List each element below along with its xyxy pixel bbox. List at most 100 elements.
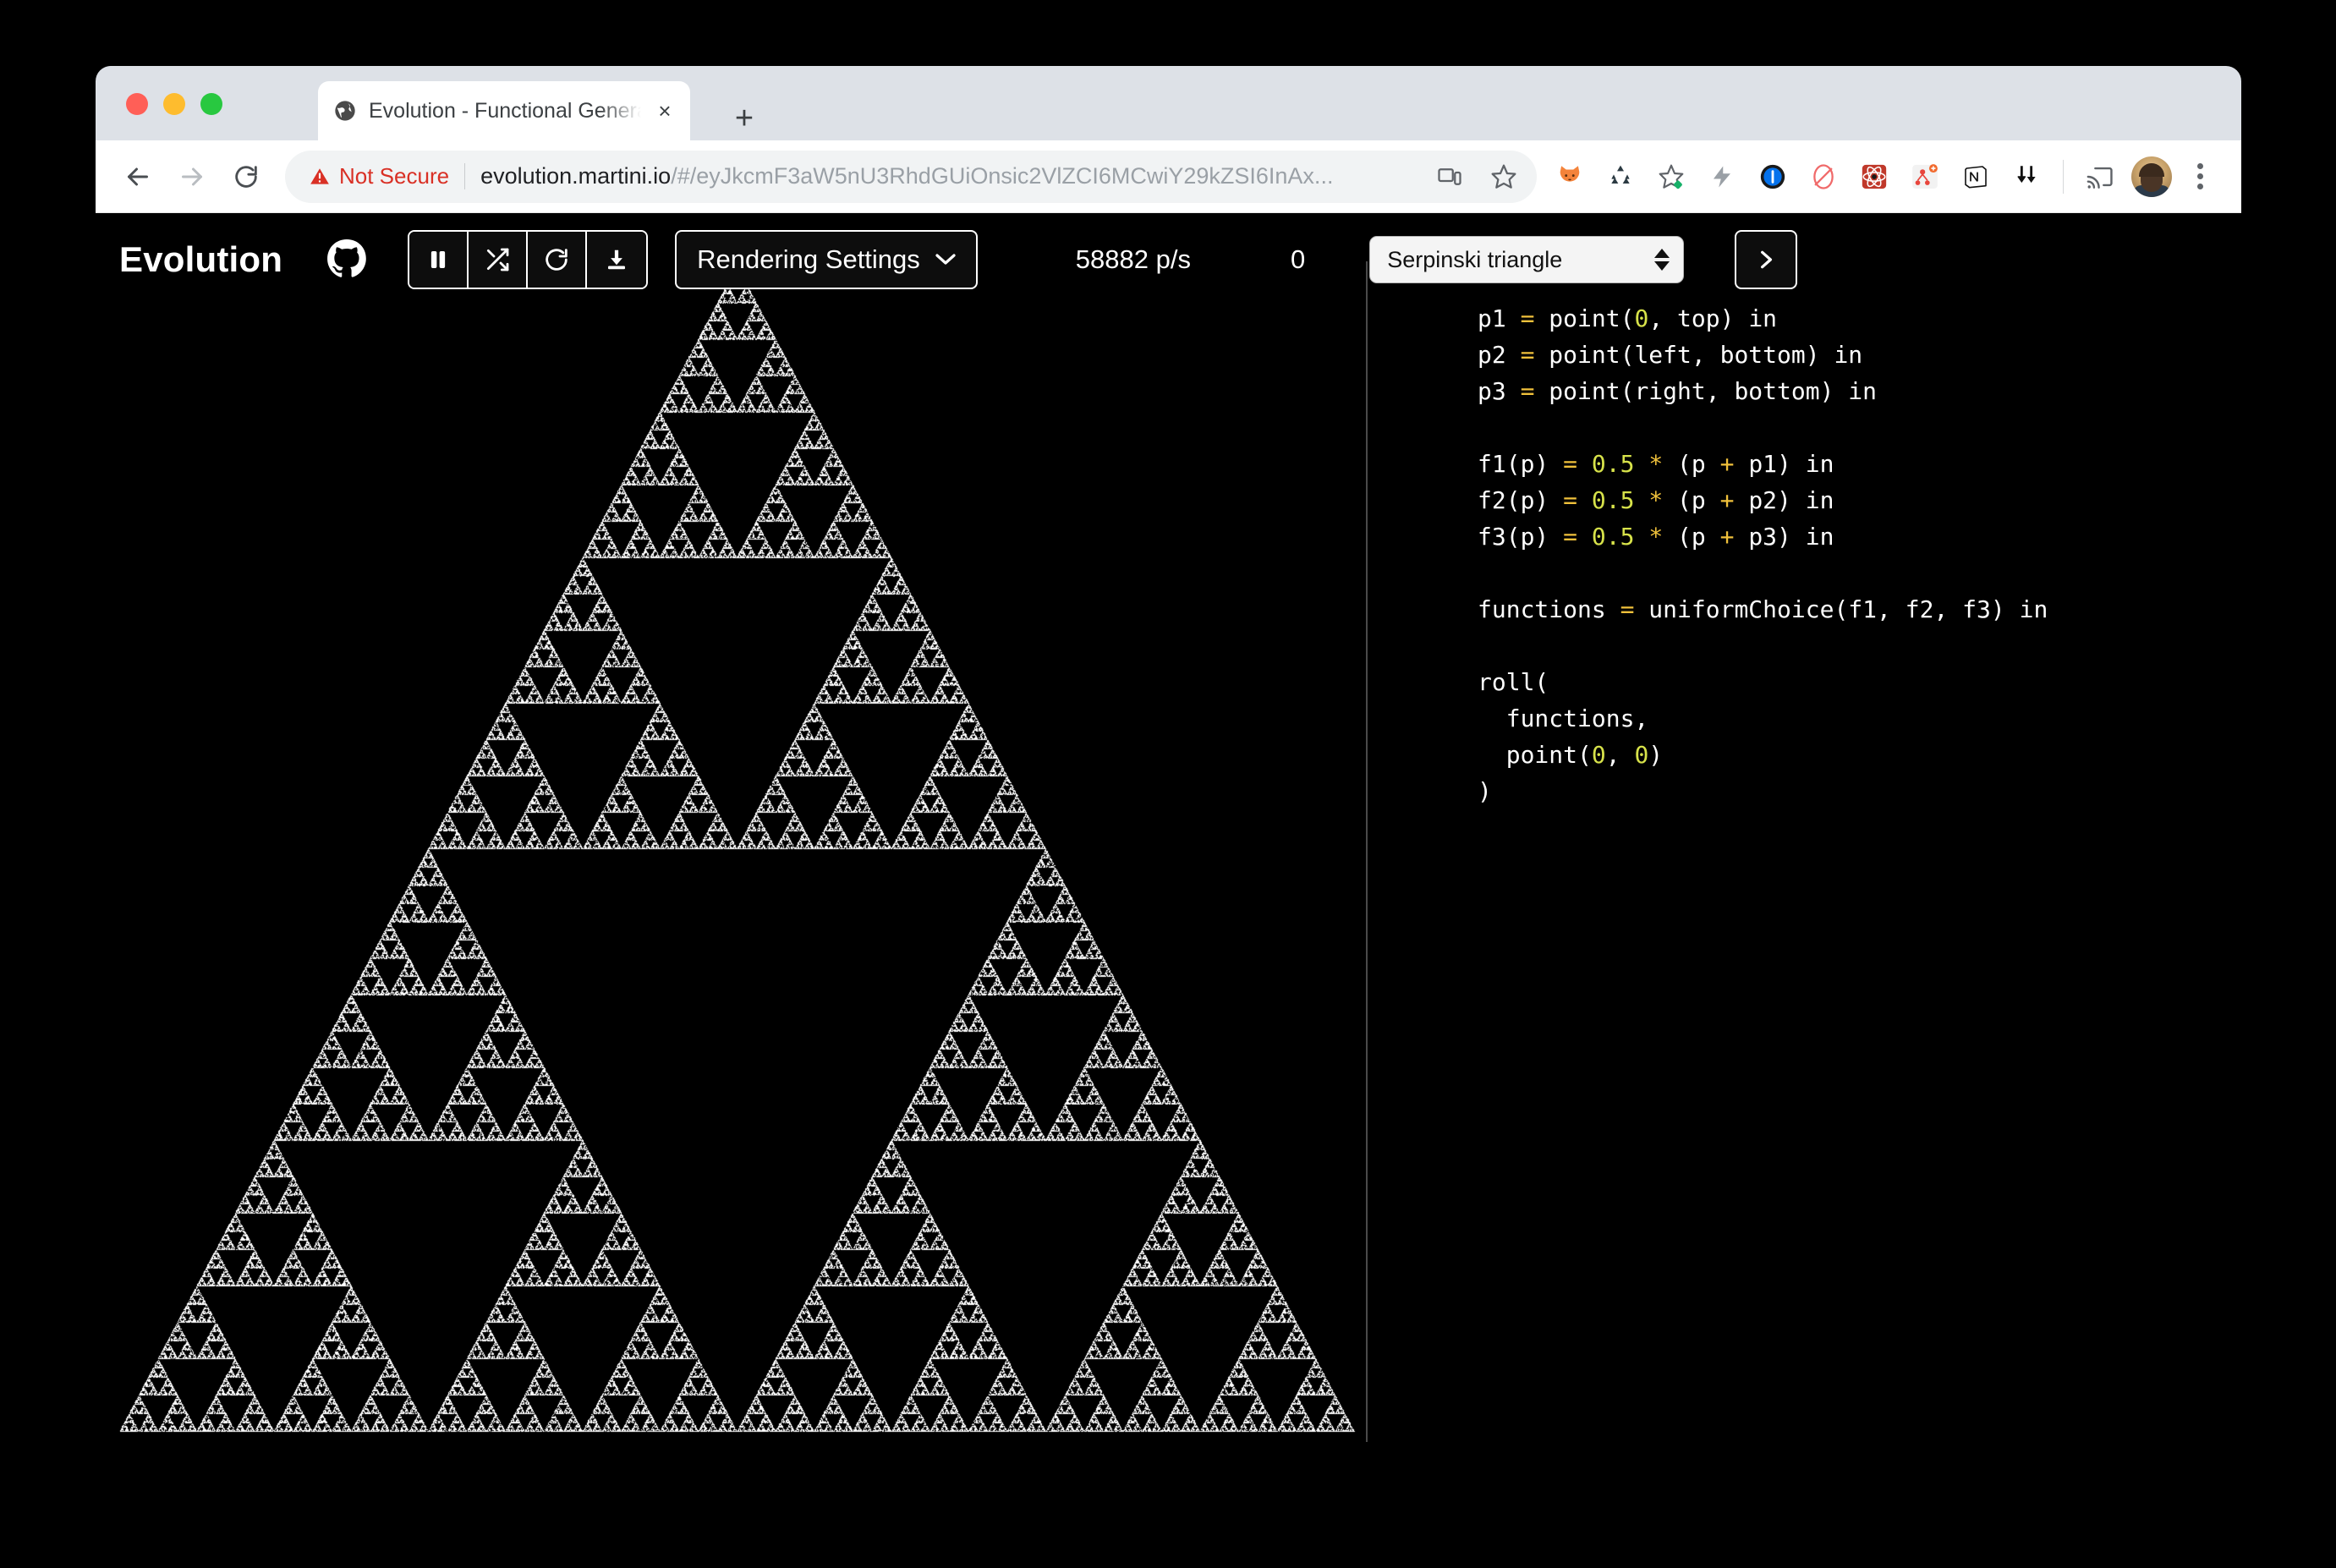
recycle-extension-icon[interactable] [1596,152,1645,201]
code-token: point(right, bottom) in [1534,377,1877,405]
code-token: = [1620,595,1635,623]
url-path: /#/eyJkcmF3aW5nU3RhdGUiOnsic2VlZCI6MCwiY… [671,163,1333,189]
not-secure-label: Not Secure [339,163,449,189]
code-line: functions = uniformChoice(f1, f2, f3) in [1478,591,2241,628]
code-token: point( [1534,304,1634,332]
code-token: = [1563,523,1577,551]
onepassword-extension-icon[interactable] [1748,152,1797,201]
code-token [1577,450,1592,478]
code-editor-pane[interactable]: p1 = point(0, top) inp2 = point(left, bo… [1368,261,2241,1442]
page-title: Evolution [119,239,282,280]
code-token: * [1648,486,1663,514]
code-token: p1 [1478,304,1521,332]
code-token: 0 [1634,304,1648,332]
back-button[interactable] [111,150,165,204]
downloads-extension-icon[interactable] [2002,152,2051,201]
preset-select-value: Serpinski triangle [1387,247,1654,273]
code-token [1577,523,1592,551]
code-token: 0 [1592,741,1606,769]
browser-tab[interactable]: Evolution - Functional Generative × [318,81,690,140]
close-icon[interactable]: × [653,99,677,123]
extension-icon-row [1545,152,2221,201]
react-devtools-extension-icon[interactable] [1850,152,1899,201]
code-token: = [1563,450,1577,478]
code-token: (p [1663,486,1719,514]
app-body: p1 = point(0, top) inp2 = point(left, bo… [96,214,2241,1442]
forward-button[interactable] [165,150,219,204]
code-editor[interactable]: p1 = point(0, top) inp2 = point(left, bo… [1478,300,2241,809]
code-token: point(left, bottom) in [1534,341,1862,369]
fractal-canvas-pane[interactable] [96,261,1366,1442]
cast-icon[interactable] [2076,152,2125,201]
code-line [1478,628,2241,664]
code-token: ) [1478,777,1492,805]
code-token [1577,486,1592,514]
code-line: p1 = point(0, top) in [1478,300,2241,337]
code-token: ) [1648,741,1663,769]
star-tag-extension-icon[interactable] [1647,152,1696,201]
code-token: f1(p) [1478,450,1563,478]
code-token: + [1720,450,1735,478]
new-tab-button[interactable]: + [726,100,763,137]
device-cast-icon[interactable] [1425,152,1474,201]
fractal-canvas[interactable] [96,261,1366,1442]
tab-strip: Evolution - Functional Generative × + [96,66,2241,140]
window-traffic-lights [126,93,222,115]
code-line: ) [1478,773,2241,809]
browser-window: Evolution - Functional Generative × + [96,66,2241,1442]
lightning-extension-icon[interactable] [1697,152,1747,201]
bookmark-star-icon[interactable] [1479,152,1528,201]
code-line [1478,409,2241,446]
code-token: + [1720,523,1735,551]
chevron-down-icon [935,250,956,269]
browser-toolbar: Not Secure evolution.martini.io/#/eyJkcm… [96,140,2241,213]
user-avatar[interactable] [2131,156,2172,197]
pause-button[interactable] [409,232,469,288]
rendering-settings-dropdown[interactable]: Rendering Settings [675,230,978,289]
sitemap-extension-icon[interactable] [1900,152,1949,201]
code-token: = [1521,341,1535,369]
run-button[interactable] [1735,230,1797,289]
zoom-window-button[interactable] [200,93,222,115]
code-token: * [1648,523,1663,551]
code-token: , top) in [1648,304,1777,332]
code-line [1478,555,2241,591]
code-token: roll( [1478,668,1549,696]
url-text: evolution.martini.io/#/eyJkcmF3aW5nU3Rhd… [480,163,1425,189]
code-token [1634,523,1648,551]
code-token: p3 [1478,377,1521,405]
code-line: p2 = point(left, bottom) in [1478,337,2241,373]
omnibox-actions [1425,152,1528,201]
tab-title: Evolution - Functional Generative [369,99,641,123]
github-icon[interactable] [323,236,370,283]
code-token: 0.5 [1592,450,1635,478]
cat-extension-icon[interactable] [1545,152,1594,201]
code-token: uniformChoice(f1, f2, f3) in [1634,595,2048,623]
code-line: f3(p) = 0.5 * (p + p3) in [1478,518,2241,555]
notion-extension-icon[interactable] [1951,152,2000,201]
security-status[interactable]: Not Secure [309,163,465,189]
minimize-window-button[interactable] [163,93,185,115]
toolbar-divider [2063,160,2064,194]
refresh-button[interactable] [528,232,587,288]
point-count-stat: 0 [1291,244,1305,275]
code-token: functions, [1478,705,1648,732]
code-token [1634,450,1648,478]
three-dot-menu-icon[interactable] [2179,152,2221,201]
code-token: p1) in [1734,450,1834,478]
preset-select[interactable]: Serpinski triangle [1369,236,1684,283]
code-token: point( [1478,741,1592,769]
code-token: functions [1478,595,1620,623]
close-window-button[interactable] [126,93,148,115]
code-token: = [1563,486,1577,514]
address-bar[interactable]: Not Secure evolution.martini.io/#/eyJkcm… [285,151,1537,203]
reload-button[interactable] [219,150,273,204]
shuffle-button[interactable] [469,232,528,288]
code-token: f2(p) [1478,486,1563,514]
blocker-extension-icon[interactable] [1799,152,1848,201]
download-button[interactable] [587,232,646,288]
code-line: p3 = point(right, bottom) in [1478,373,2241,409]
code-line: functions, [1478,700,2241,737]
code-token: = [1521,377,1535,405]
playback-control-group [408,230,648,289]
